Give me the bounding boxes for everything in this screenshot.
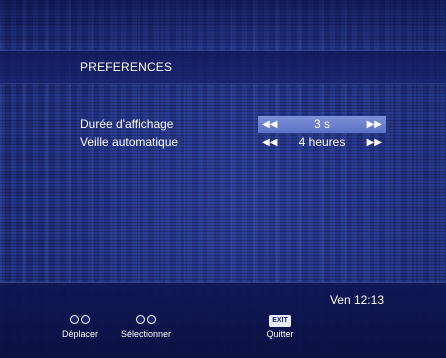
forward-arrow-icon[interactable]: ▶▶ <box>367 135 382 150</box>
row-label: Durée d'affichage <box>80 117 174 131</box>
rewind-arrow-icon[interactable]: ◀◀ <box>262 117 277 132</box>
row-veille-automatique[interactable]: Veille automatique ◀◀ 4 heures ▶▶ <box>0 134 446 151</box>
title-bar: PREFERENCES <box>0 50 446 84</box>
value-text: 4 heures <box>298 135 346 149</box>
row-duree-affichage[interactable]: Durée d'affichage ◀◀ 3 s ▶▶ <box>0 116 446 133</box>
quit-label: Quitter <box>266 329 294 339</box>
select-hint: Sélectionner <box>114 315 178 339</box>
page-title: PREFERENCES <box>80 60 173 74</box>
rewind-arrow-icon[interactable]: ◀◀ <box>262 135 277 150</box>
value-selector[interactable]: ◀◀ 4 heures ▶▶ <box>258 134 386 151</box>
tv-menu-screen: PREFERENCES Durée d'affichage ◀◀ 3 s ▶▶ … <box>0 0 446 358</box>
select-label: Sélectionner <box>120 329 172 339</box>
value-selector[interactable]: ◀◀ 3 s ▶▶ <box>258 116 386 133</box>
left-right-buttons-icon <box>114 315 178 327</box>
bottom-bar: Ven 12:13 Déplacer Sélectionner EXIT Qui… <box>0 282 446 358</box>
up-down-buttons-icon <box>52 315 108 327</box>
value-text: 3 s <box>313 117 330 131</box>
move-hint: Déplacer <box>52 315 108 339</box>
move-label: Déplacer <box>61 329 99 339</box>
top-strip <box>0 0 446 44</box>
row-label: Veille automatique <box>80 135 179 149</box>
forward-arrow-icon[interactable]: ▶▶ <box>367 117 382 132</box>
exit-key-icon: EXIT <box>269 315 291 327</box>
clock: Ven 12:13 <box>329 293 384 307</box>
quit-hint: EXIT Quitter <box>260 315 300 339</box>
